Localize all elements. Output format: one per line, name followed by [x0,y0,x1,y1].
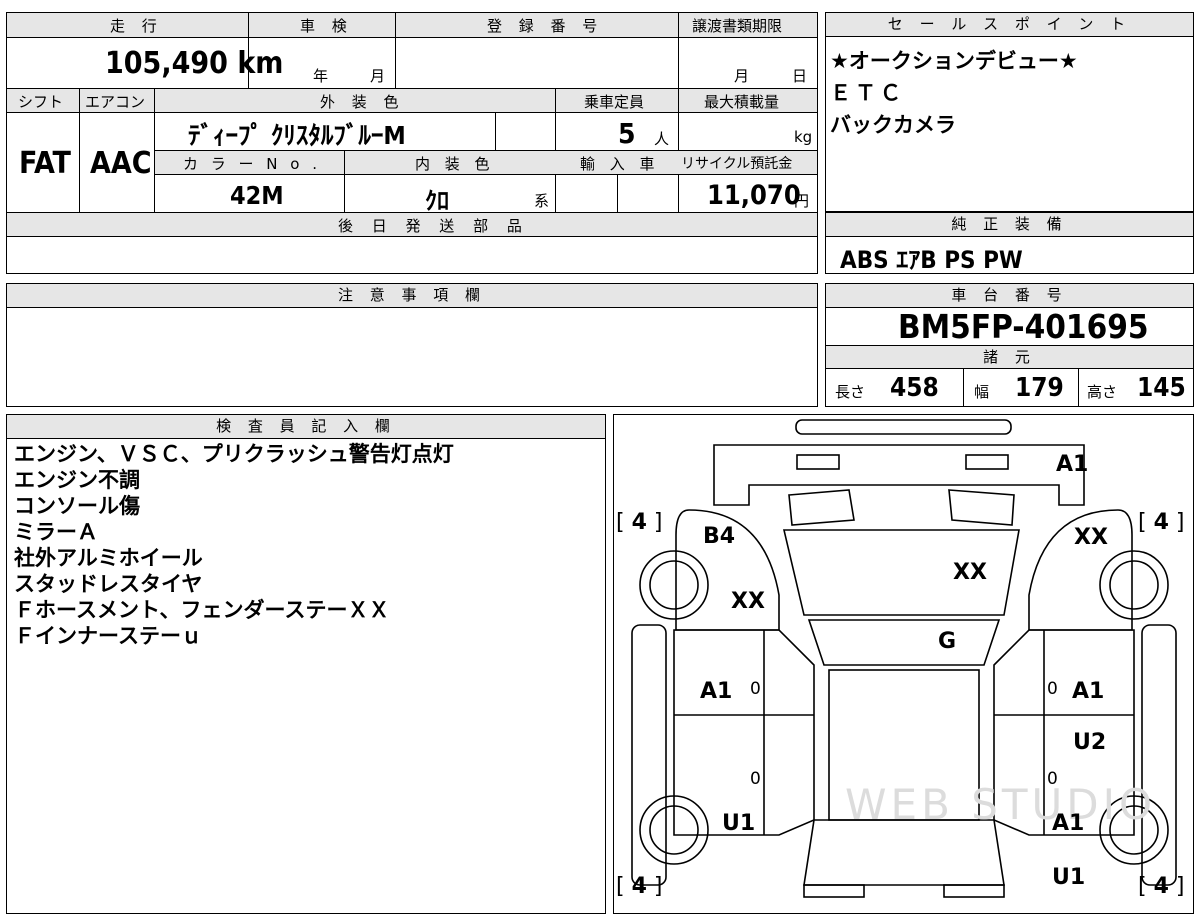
recycle-unit: 円 [794,192,810,210]
length-label: 長さ [835,383,866,401]
mark-right-rear-bottom: U1 [1052,865,1086,890]
registration-header: 登 録 番 号 [487,17,604,35]
inspection-month-unit: 月 [370,67,386,85]
max-load-header: 最大積載量 [704,93,780,111]
sales-point-item: ＥＴＣ [830,81,905,105]
mileage-value: 105,490 km [105,46,284,81]
inspector-line: エンジン不調 [14,468,140,492]
import-header: 輸 入 車 [580,155,660,173]
height-label: 高さ [1087,383,1118,401]
shift-header: シフト [18,93,64,111]
color-no-header: カ ラ ー N o . [183,155,322,173]
max-load-unit: kg [794,128,813,146]
mark-hood: XX [953,560,987,585]
ac-header: エアコン [85,93,146,111]
inspector-line: コンソール傷 [14,494,140,518]
tire-depth-fl: [ 4 ] [616,510,663,535]
mileage-header: 走 行 [110,17,163,35]
mark-left-front-door: A1 [700,679,733,704]
interior-color-value: ｸﾛ [425,187,449,215]
notes-header: 注 意 事 項 欄 [7,284,817,308]
standard-equipment-header: 純 正 装 備 [826,213,1193,237]
interior-color-header: 内 装 色 [415,155,495,173]
transfer-month-unit: 月 [734,67,750,85]
inspector-line: Ｆホースメント、フェンダーステーＸＸ [14,598,390,622]
tire-depth-fr: [ 4 ] [1138,510,1185,535]
recycle-header: リサイクル預託金 [681,156,793,172]
capacity-unit: 人 [654,130,670,148]
shift-value: FAT [19,146,71,181]
color-no-value: 42M [230,181,284,210]
inspector-line: 社外アルミホイール [14,546,203,570]
mark-right-rear: A1 [1052,811,1085,836]
mark-left-fender: XX [731,589,765,614]
mark-front-right: XX [1074,525,1108,550]
mark-front-left: B4 [703,524,736,549]
door-zero-mark: 0 [1047,679,1058,699]
chassis-number: BM5FP-401695 [898,307,1149,346]
door-zero-mark: 0 [750,679,761,699]
inspector-line: スタッドレスタイヤ [14,572,203,596]
transfer-day-unit: 日 [792,67,808,85]
exterior-color-value: ﾃﾞｨｰﾌﾟ ｸﾘｽﾀﾙﾌﾞﾙｰM [188,121,406,150]
sales-points-header: セ ー ル ス ポ イ ン ト [826,13,1193,37]
door-zero-mark: 0 [1047,769,1058,789]
tire-depth-rl: [ 4 ] [616,874,663,899]
inspector-header: 検 査 員 記 入 欄 [7,415,605,439]
mark-right-front-door: A1 [1072,679,1105,704]
inspector-line: エンジン、ＶＳＣ、プリクラッシュ警告灯点灯 [14,442,454,466]
sales-points-list: ★オークションデビュー★ ＥＴＣ バックカメラ [830,45,1190,141]
inspector-line: Ｆインナーステーｕ [14,624,202,648]
exterior-color-header: 外 装 色 [320,93,405,111]
length-value: 458 [890,373,939,403]
ac-value: AAC [90,146,152,181]
height-value: 145 [1137,373,1186,403]
sales-point-item: ★オークションデビュー★ [830,49,1078,73]
door-zero-mark: 0 [750,769,761,789]
width-value: 179 [1015,373,1064,403]
capacity-value: 5 [618,117,636,150]
mark-left-rear: U1 [722,811,756,836]
inspector-notes: エンジン、ＶＳＣ、プリクラッシュ警告灯点灯 エンジン不調 コンソール傷 ミラーＡ… [14,441,604,649]
inspection-header: 車 検 [300,17,353,35]
sales-point-item: バックカメラ [830,113,956,137]
mark-front-bumper: A1 [1056,452,1089,477]
inspector-line: ミラーＡ [14,520,98,544]
interior-color-suffix: 系 [534,192,550,210]
capacity-header: 乗車定員 [584,93,645,111]
recycle-value: 11,070 [707,180,801,211]
mark-right-rear-door: U2 [1073,730,1107,755]
chassis-header: 車 台 番 号 [826,284,1193,308]
mark-windshield: G [938,629,957,654]
width-label: 幅 [974,383,990,401]
transfer-deadline-header: 譲渡書類期限 [692,17,783,35]
spec-header: 諸 元 [826,346,1193,369]
tire-depth-rr: [ 4 ] [1138,874,1185,899]
inspection-year-unit: 年 [313,67,329,85]
watermark: WEB STUDIO [845,780,1157,829]
standard-equipment-value: ABS ｴｱB PS PW [840,246,1023,274]
later-parts-header: 後 日 発 送 部 品 [338,217,529,235]
